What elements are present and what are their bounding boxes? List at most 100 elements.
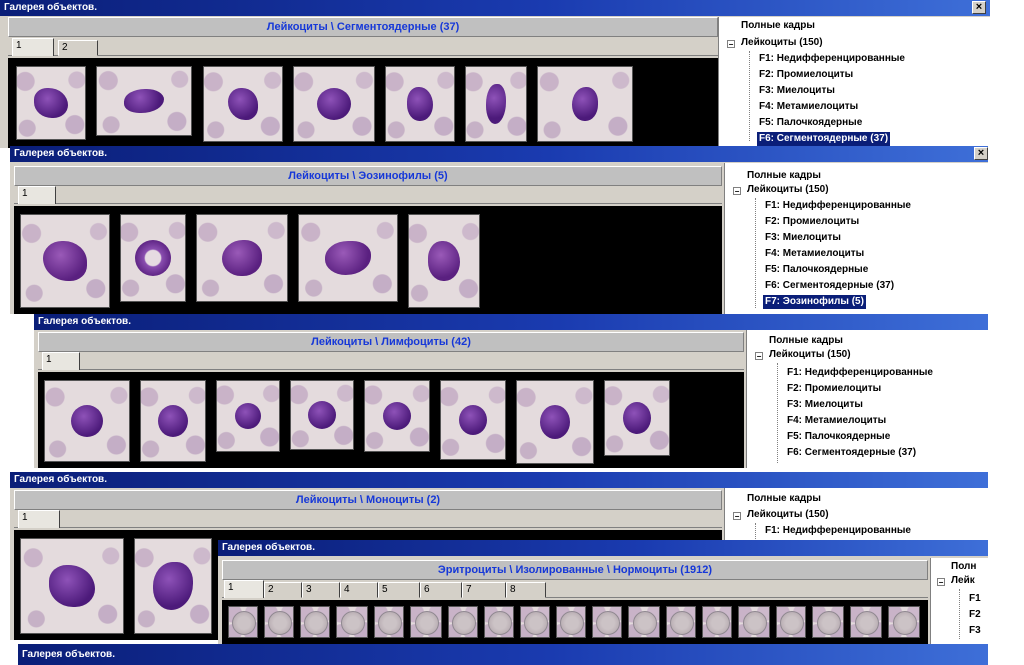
tab-page-5[interactable]: 5 (378, 582, 420, 598)
cell-thumbnail[interactable] (134, 538, 212, 634)
cell-thumbnail[interactable] (293, 66, 375, 142)
tree-root[interactable]: Полные кадры (769, 334, 843, 348)
tree-item-f2[interactable]: F2: Промиелоциты (787, 382, 881, 396)
gallery-window-lymphocytes: Галерея объектов. Лейкоциты \ Лимфоциты … (34, 314, 988, 468)
cell-thumbnail[interactable] (203, 66, 283, 142)
tree-item-f6[interactable]: F6: Сегментоядерные (37) (787, 446, 916, 460)
tab-page-8[interactable]: 8 (506, 582, 546, 598)
tree-item-f6[interactable]: F6: Сегментоядерные (37) (765, 279, 894, 293)
tree-group[interactable]: Лейкоциты (150) (769, 348, 851, 362)
monocyte-nucleus (49, 565, 95, 607)
rbc-thumbnail[interactable] (556, 606, 586, 638)
cell-thumbnail[interactable] (44, 380, 130, 462)
tree-item-f2[interactable]: F2: Промиелоциты (765, 215, 859, 229)
tree-item-f7-selected[interactable]: F7: Эозинофилы (5) (763, 295, 866, 309)
tree-group[interactable]: Лейкоциты (150) (747, 508, 829, 522)
expand-toggle-icon[interactable]: − (733, 187, 741, 196)
rbc-thumbnail[interactable] (336, 606, 368, 638)
rbc-thumbnail[interactable] (850, 606, 882, 638)
tree-group[interactable]: Лейк (951, 574, 975, 588)
rbc-thumbnail[interactable] (228, 606, 258, 638)
tab-page-1[interactable]: 1 (18, 186, 56, 204)
cell-thumbnail[interactable] (120, 214, 186, 302)
tree-group[interactable]: Лейкоциты (150) (741, 36, 823, 50)
tree-item-f3[interactable]: F3: Миелоциты (787, 398, 863, 412)
close-button[interactable]: × (972, 1, 986, 14)
cell-thumbnail[interactable] (604, 380, 670, 456)
rbc-thumbnail[interactable] (628, 606, 660, 638)
tab-page-1[interactable]: 1 (42, 352, 80, 370)
cell-thumbnail[interactable] (298, 214, 398, 302)
tree-item-f4[interactable]: F4: Метамиелоциты (787, 414, 886, 428)
tab-row: 1 2 (8, 38, 718, 56)
cell-thumbnail[interactable] (385, 66, 455, 142)
tab-page-2[interactable]: 2 (264, 582, 302, 598)
tree-root[interactable]: Полные кадры (741, 19, 815, 33)
tree-item-f4[interactable]: F4: Метамиелоциты (765, 247, 864, 261)
cell-thumbnail[interactable] (196, 214, 288, 302)
tree-item-f1[interactable]: F1: Недифференцированные (765, 199, 911, 213)
tab-page-4[interactable]: 4 (340, 582, 378, 598)
cell-thumbnail[interactable] (16, 66, 86, 140)
category-tree: Полн − Лейк F1 F2 F3 (930, 558, 988, 644)
cell-thumbnail[interactable] (537, 66, 633, 142)
cell-thumbnail[interactable] (20, 214, 110, 308)
rbc-thumbnail[interactable] (592, 606, 622, 638)
tree-root[interactable]: Полные кадры (747, 492, 821, 506)
expand-toggle-icon[interactable]: − (755, 352, 763, 361)
tab-page-7[interactable]: 7 (462, 582, 506, 598)
rbc-thumbnail[interactable] (888, 606, 920, 638)
tree-item-f1[interactable]: F1: Недифференцированные (759, 52, 905, 66)
tree-root[interactable]: Полные кадры (747, 169, 821, 183)
rbc-thumbnail[interactable] (812, 606, 844, 638)
lymphocyte-nucleus (623, 402, 651, 434)
tree-item-f3[interactable]: F3 (969, 624, 981, 638)
rbc-thumbnail[interactable] (410, 606, 442, 638)
rbc-thumbnail[interactable] (666, 606, 696, 638)
tab-page-2[interactable]: 2 (58, 40, 98, 56)
rbc-thumbnail[interactable] (300, 606, 330, 638)
tree-item-f5[interactable]: F5: Палочкоядерные (759, 116, 862, 130)
cell-thumbnail[interactable] (96, 66, 192, 136)
tab-page-1[interactable]: 1 (224, 580, 264, 598)
cell-thumbnail[interactable] (516, 380, 594, 464)
cell-thumbnail[interactable] (216, 380, 280, 452)
rbc-thumbnail[interactable] (484, 606, 514, 638)
tree-item-f3[interactable]: F3: Миелоциты (759, 84, 835, 98)
rbc-thumbnail[interactable] (448, 606, 478, 638)
close-button[interactable]: × (974, 147, 988, 160)
tree-root[interactable]: Полн (951, 560, 976, 574)
tab-page-3[interactable]: 3 (302, 582, 340, 598)
tree-item-f2[interactable]: F2: Промиелоциты (759, 68, 853, 82)
cell-thumbnail[interactable] (465, 66, 527, 142)
tree-item-f4[interactable]: F4: Метамиелоциты (759, 100, 858, 114)
cell-thumbnail[interactable] (20, 538, 124, 634)
tree-item-f1[interactable]: F1 (969, 592, 981, 606)
tree-item-f6-selected[interactable]: F6: Сегментоядерные (37) (757, 132, 891, 146)
tree-group[interactable]: Лейкоциты (150) (747, 183, 829, 197)
tree-item-f1[interactable]: F1: Недифференцированные (765, 524, 911, 538)
tree-item-f1[interactable]: F1: Недифференцированные (787, 366, 933, 380)
tree-item-f2[interactable]: F2 (969, 608, 981, 622)
expand-toggle-icon[interactable]: − (937, 578, 945, 587)
rbc-thumbnail[interactable] (776, 606, 806, 638)
tab-page-6[interactable]: 6 (420, 582, 462, 598)
rbc-thumbnail[interactable] (702, 606, 732, 638)
cell-thumbnail[interactable] (440, 380, 506, 460)
tree-item-f3[interactable]: F3: Миелоциты (765, 231, 841, 245)
tree-item-f5[interactable]: F5: Палочкоядерные (787, 430, 890, 444)
rbc-thumbnail[interactable] (374, 606, 404, 638)
tab-page-1[interactable]: 1 (18, 510, 60, 528)
expand-toggle-icon[interactable]: − (733, 512, 741, 521)
rbc-thumbnail[interactable] (520, 606, 550, 638)
rbc-thumbnail[interactable] (264, 606, 294, 638)
cell-thumbnail[interactable] (290, 380, 354, 450)
cell-thumbnail[interactable] (140, 380, 206, 462)
rbc-thumbnail[interactable] (738, 606, 770, 638)
cell-thumbnail[interactable] (364, 380, 430, 452)
tree-item-f5[interactable]: F5: Палочкоядерные (765, 263, 868, 277)
cell-thumbnail[interactable] (408, 214, 480, 308)
eosinophil-nucleus (222, 240, 262, 276)
expand-toggle-icon[interactable]: − (727, 40, 735, 49)
tab-page-1[interactable]: 1 (12, 38, 54, 56)
